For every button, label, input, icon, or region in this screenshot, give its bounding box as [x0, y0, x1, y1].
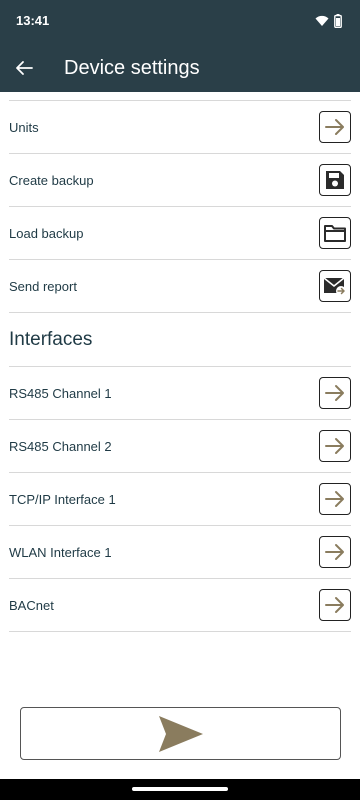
status-bar: 13:41	[0, 0, 360, 44]
row-tcpip-interface-1[interactable]: TCP/IP Interface 1	[9, 473, 351, 526]
page-title: Device settings	[64, 57, 200, 79]
mail-forward-icon	[323, 277, 346, 296]
units-open-button[interactable]	[319, 111, 351, 143]
bacnet-open-button[interactable]	[319, 589, 351, 621]
arrow-right-icon	[325, 544, 344, 560]
send-button[interactable]	[20, 707, 341, 760]
arrow-right-icon	[325, 597, 344, 613]
arrow-right-icon	[325, 119, 344, 135]
row-rs485-channel-2[interactable]: RS485 Channel 2	[9, 420, 351, 473]
row-label: Load backup	[9, 225, 84, 241]
arrow-right-icon	[325, 438, 344, 454]
row-send-report[interactable]: Send report	[9, 260, 351, 313]
row-label: RS485 Channel 2	[9, 438, 112, 454]
battery-icon	[334, 14, 342, 28]
rs485-channel-2-open-button[interactable]	[319, 430, 351, 462]
back-arrow-icon[interactable]	[12, 56, 36, 80]
row-label: BACnet	[9, 597, 54, 613]
row-label: TCP/IP Interface 1	[9, 491, 116, 507]
status-time: 13:41	[16, 13, 50, 28]
wlan-interface-1-open-button[interactable]	[319, 536, 351, 568]
section-heading: Interfaces	[9, 329, 93, 350]
load-backup-button[interactable]	[319, 217, 351, 249]
folder-icon	[324, 225, 346, 242]
wifi-icon	[315, 15, 329, 26]
navigation-bar	[0, 779, 360, 800]
row-load-backup[interactable]: Load backup	[9, 207, 351, 260]
arrow-right-icon	[325, 385, 344, 401]
row-label: RS485 Channel 1	[9, 385, 112, 401]
row-bacnet[interactable]: BACnet	[9, 579, 351, 632]
rs485-channel-1-open-button[interactable]	[319, 377, 351, 409]
row-label: Send report	[9, 278, 77, 294]
row-create-backup[interactable]: Create backup	[9, 154, 351, 207]
row-wlan-interface-1[interactable]: WLAN Interface 1	[9, 526, 351, 579]
row-label: Create backup	[9, 172, 94, 188]
tcpip-interface-1-open-button[interactable]	[319, 483, 351, 515]
arrow-right-icon	[325, 491, 344, 507]
save-icon	[326, 171, 344, 189]
create-backup-button[interactable]	[319, 164, 351, 196]
row-rs485-channel-1[interactable]: RS485 Channel 1	[9, 367, 351, 420]
app-bar: 13:41 Device settings	[0, 0, 360, 92]
send-icon	[158, 715, 203, 752]
row-units[interactable]: Units	[9, 101, 351, 154]
section-interfaces: Interfaces	[9, 314, 351, 367]
send-report-button[interactable]	[319, 270, 351, 302]
status-icons	[315, 13, 342, 29]
row-label: WLAN Interface 1	[9, 544, 112, 560]
home-gesture-handle[interactable]	[132, 787, 228, 791]
row-label: Units	[9, 119, 39, 135]
